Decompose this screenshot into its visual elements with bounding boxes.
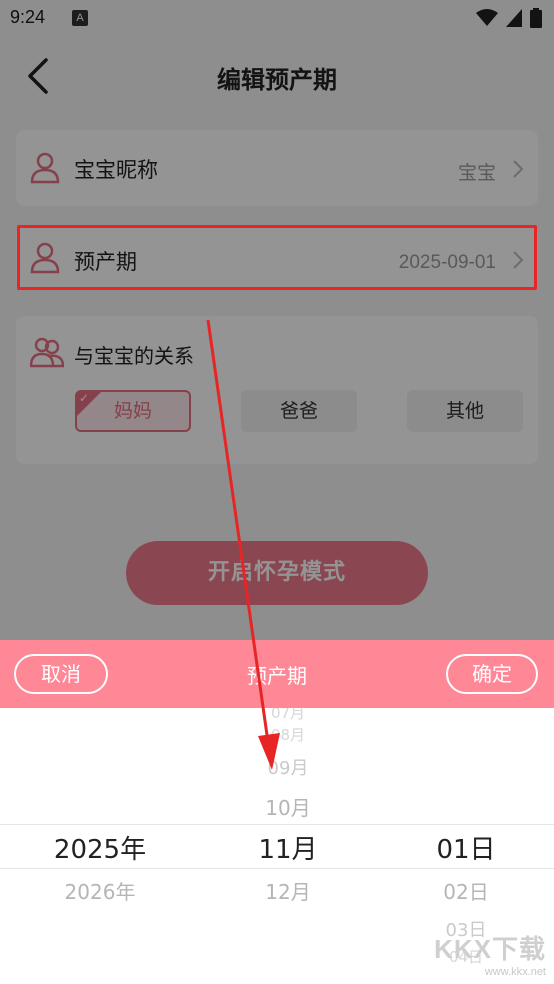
wheel-item-selected: 11月 <box>258 835 318 865</box>
wheel-item: 07月 <box>270 708 306 722</box>
wheel-item: 10月 <box>265 796 311 820</box>
wheel-item: 12月 <box>265 880 311 904</box>
wheel-item: 08月 <box>270 726 306 744</box>
wheel-item: 09月 <box>267 758 309 779</box>
wheel-item: 2026年 <box>64 880 136 904</box>
wheel-item: 02日 <box>443 880 489 904</box>
date-picker-wheels: 2025年 2026年 07月 08月 09月 10月 11月 12月 01日 … <box>0 708 554 984</box>
wheel-item-selected: 01日 <box>436 835 496 865</box>
selection-line-top <box>0 824 554 825</box>
picker-toolbar: 取消 预产期 确定 <box>0 640 554 708</box>
selection-line-bottom <box>0 868 554 869</box>
watermark-logo-text: KKX下载 <box>434 934 546 964</box>
watermark-url: www.kkx.net <box>484 966 546 978</box>
highlight-box <box>17 225 537 290</box>
confirm-button[interactable]: 确定 <box>446 654 538 694</box>
modal-dim-overlay[interactable] <box>0 0 554 640</box>
wheel-item-selected: 2025年 <box>53 835 147 865</box>
watermark: KKX下载 www.kkx.net <box>434 929 546 978</box>
